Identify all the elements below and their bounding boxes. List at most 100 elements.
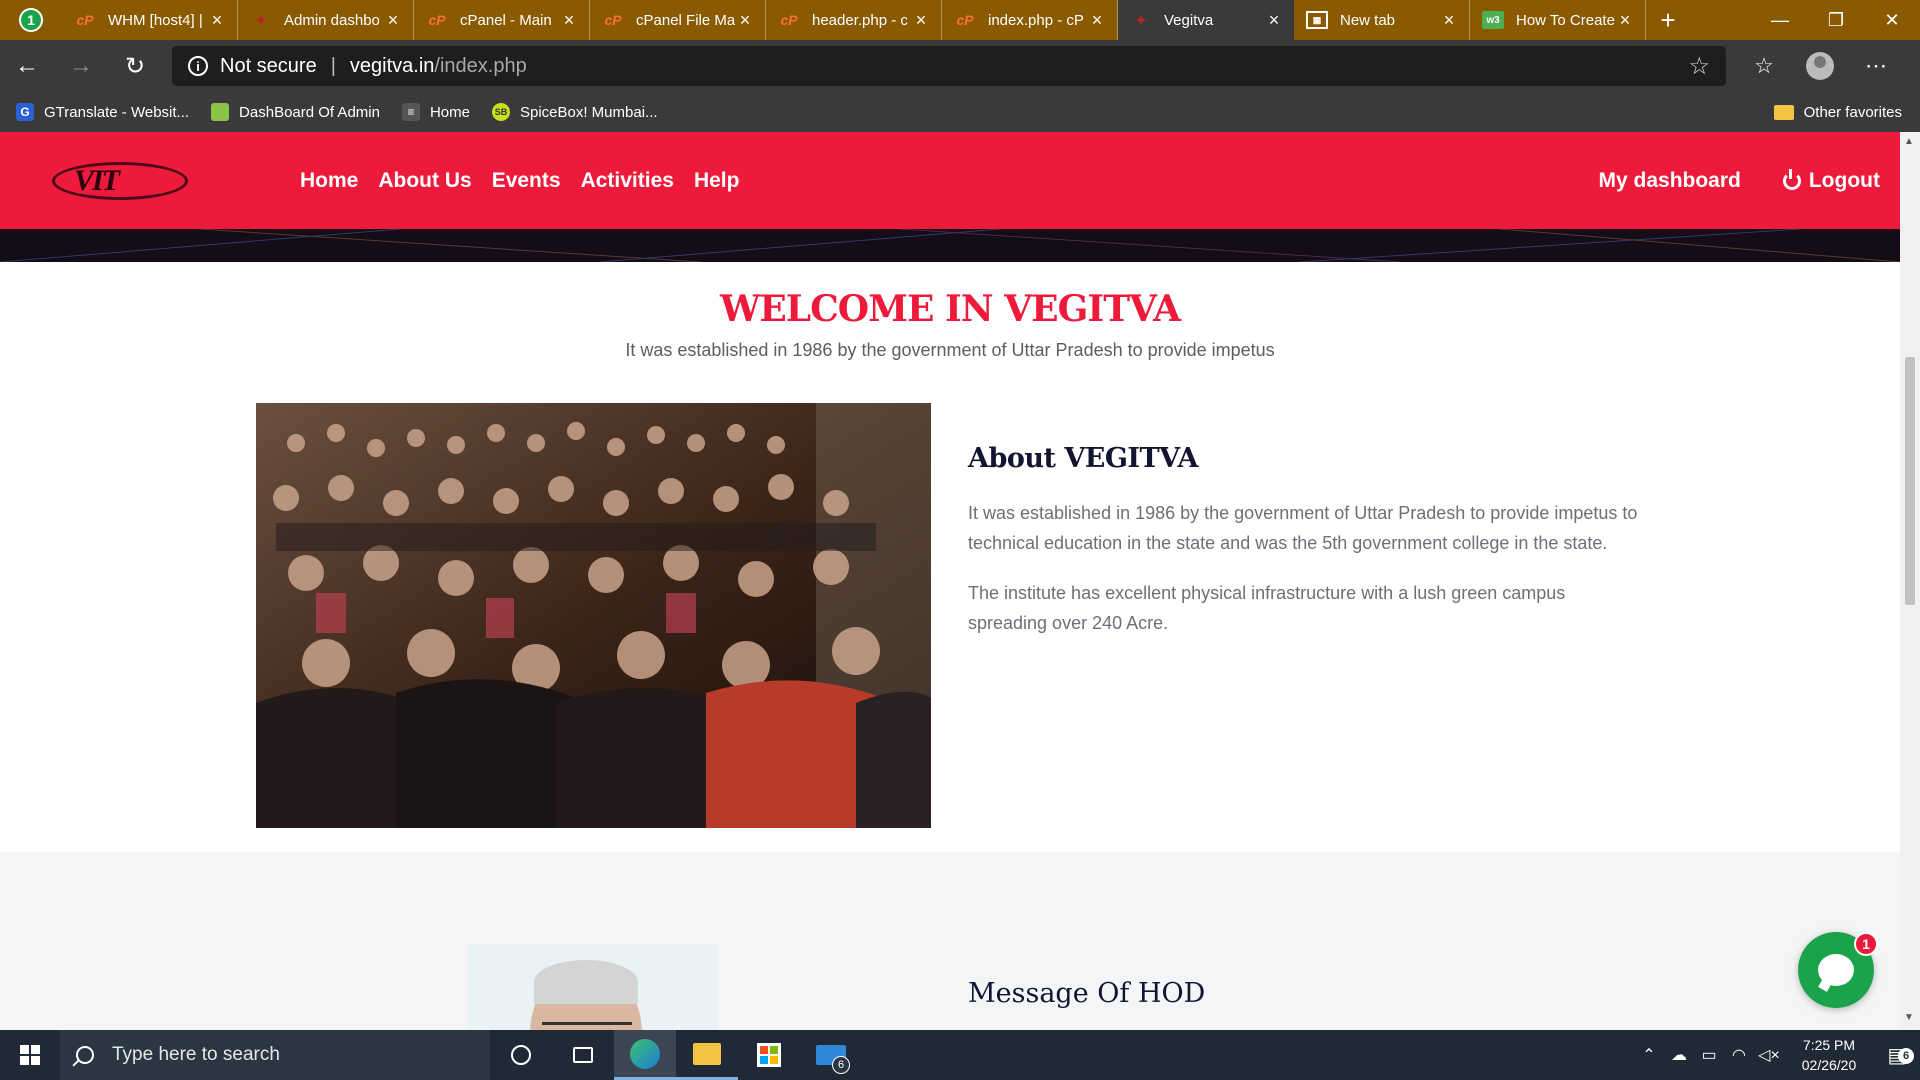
nav-about-us[interactable]: About Us (378, 169, 471, 193)
start-button[interactable] (0, 1030, 60, 1080)
back-icon[interactable]: ← (0, 40, 54, 92)
tab-admin-dashboard[interactable]: ✦ Admin dashbo × (238, 0, 414, 40)
minimize-icon[interactable]: — (1752, 0, 1808, 40)
close-icon[interactable]: × (911, 10, 931, 31)
favorites-icon[interactable]: ☆ (1736, 53, 1792, 79)
tab-title: index.php - cP (988, 11, 1084, 29)
close-icon[interactable]: × (1264, 10, 1284, 31)
site-logo[interactable]: VIT (50, 156, 190, 206)
site-header-right: My dashboard Logout (1599, 168, 1880, 193)
url-host: vegitva.in (349, 54, 435, 77)
site-nav: Home About Us Events Activities Help (300, 169, 759, 193)
edge-icon (630, 1038, 660, 1069)
taskbar: Type here to search 6 ⌃ ☁ ▭ ◠ ◁× 7:25 PM… (0, 1030, 1920, 1080)
favorite-star-icon[interactable]: ☆ (1688, 52, 1710, 81)
web-page: VIT Home About Us Events Activities Help… (0, 132, 1900, 1030)
url-path: /index.php (434, 54, 527, 77)
volume-mute-icon[interactable]: ◁× (1754, 1045, 1784, 1065)
profile-avatar[interactable] (1792, 52, 1848, 80)
new-tab-button[interactable]: + (1646, 0, 1690, 40)
tab-vegitva[interactable]: ✦ Vegitva × (1118, 0, 1294, 40)
w3-icon: w3 (1482, 11, 1504, 29)
nav-help[interactable]: Help (694, 169, 740, 193)
tab-how-to-create[interactable]: w3 How To Create × (1470, 0, 1646, 40)
restore-icon[interactable]: ❐ (1808, 0, 1864, 40)
onedrive-icon[interactable]: ☁ (1664, 1045, 1694, 1065)
tab-cpanel-file-manager[interactable]: cP cPanel File Ma × (590, 0, 766, 40)
nav-activities[interactable]: Activities (581, 169, 674, 193)
cortana-icon (511, 1045, 531, 1065)
wifi-icon[interactable]: ◠ (1724, 1045, 1754, 1065)
mail-button[interactable]: 6 (800, 1030, 862, 1080)
close-icon[interactable]: × (1087, 10, 1107, 31)
scroll-down-icon[interactable]: ▼ (1904, 1012, 1914, 1023)
nav-events[interactable]: Events (492, 169, 561, 193)
taskbar-search[interactable]: Type here to search (60, 1030, 490, 1080)
my-dashboard-link[interactable]: My dashboard (1599, 169, 1741, 193)
store-button[interactable] (738, 1030, 800, 1080)
address-bar[interactable]: i Not secure | vegitva.in /index.php ☆ (172, 46, 1726, 86)
cpanel-icon: cP (956, 12, 974, 28)
tab-new-tab[interactable]: ▦ New tab × (1294, 0, 1470, 40)
bookmark-home[interactable]: ≡ Home (401, 103, 470, 121)
tab-cpanel-main[interactable]: cP cPanel - Main × (414, 0, 590, 40)
tab-title: cPanel File Ma (636, 11, 735, 29)
tab-title: New tab (1340, 11, 1396, 29)
bookmark-dashboard-admin[interactable]: DashBoard Of Admin (211, 103, 380, 121)
cortana-button[interactable] (490, 1030, 552, 1080)
system-tray: ⌃ ☁ ▭ ◠ ◁× 7:25 PM 02/26/20 ▤ 6 (1634, 1030, 1920, 1080)
forward-icon[interactable]: → (54, 40, 108, 92)
store-icon (757, 1043, 781, 1067)
file-explorer-button[interactable] (676, 1030, 738, 1080)
edge-taskbar-button[interactable] (614, 1030, 676, 1080)
task-view-button[interactable] (552, 1030, 614, 1080)
browser-toolbar: ← → ↻ i Not secure | vegitva.in /index.p… (0, 40, 1920, 92)
close-icon[interactable]: × (1439, 10, 1459, 31)
tab-title: cPanel - Main (460, 11, 552, 29)
info-icon[interactable]: i (188, 56, 208, 76)
profile-badge[interactable]: 1 (0, 0, 62, 40)
tab-whm[interactable]: cP WHM [host4] | × (62, 0, 238, 40)
bookmark-spicebox[interactable]: SB SpiceBox! Mumbai... (491, 103, 658, 121)
close-window-icon[interactable]: ✕ (1864, 0, 1920, 40)
search-icon (76, 1046, 94, 1064)
welcome-title: WELCOME IN VEGITVA (719, 288, 1181, 330)
windows-logo-icon (20, 1045, 40, 1065)
close-icon[interactable]: × (207, 10, 227, 31)
clock-date: 02/26/20 (1801, 1057, 1857, 1073)
bookmark-gtranslate[interactable]: G GTranslate - Websit... (16, 103, 189, 121)
logout-link[interactable]: Logout (1782, 168, 1880, 193)
bookmark-label: Home (429, 103, 470, 121)
folder-icon (693, 1042, 721, 1065)
home-site-icon: ≡ (401, 103, 420, 121)
logo-ellipse (52, 161, 188, 200)
scroll-up-icon[interactable]: ▲ (1904, 136, 1914, 147)
tab-title: Vegitva (1164, 11, 1214, 29)
chevron-up-icon[interactable]: ⌃ (1634, 1045, 1664, 1065)
tab-header-php[interactable]: cP header.php - c × (766, 0, 942, 40)
close-icon[interactable]: × (383, 10, 403, 31)
page-scrollbar[interactable]: ▲ ▼ (1900, 132, 1920, 1030)
more-menu-icon[interactable]: ⋯ (1848, 53, 1904, 79)
other-favorites[interactable]: Other favorites (1773, 104, 1902, 121)
battery-icon[interactable]: ▭ (1694, 1045, 1724, 1065)
tab-title: WHM [host4] | (108, 11, 203, 29)
close-icon[interactable]: × (559, 10, 579, 31)
tab-index-php[interactable]: cP index.php - cP × (942, 0, 1118, 40)
close-icon[interactable]: × (1615, 10, 1635, 31)
avatar-icon (1806, 52, 1834, 80)
refresh-icon[interactable]: ↻ (108, 40, 162, 92)
nav-home[interactable]: Home (300, 169, 358, 193)
toolbar-right: ☆ ⋯ (1736, 52, 1904, 80)
close-icon[interactable]: × (735, 10, 755, 31)
bookmark-label: DashBoard Of Admin (239, 103, 380, 121)
clock[interactable]: 7:25 PM 02/26/20 (1784, 1035, 1874, 1075)
welcome-subtitle: It was established in 1986 by the govern… (625, 340, 1275, 360)
folder-icon (1773, 104, 1794, 120)
spicebox-icon: SB (491, 103, 510, 121)
action-center-button[interactable]: ▤ 6 (1874, 1043, 1920, 1068)
whatsapp-badge-icon: 1 (19, 8, 43, 32)
tab-title: header.php - c (812, 11, 908, 29)
scroll-thumb[interactable] (1905, 357, 1915, 605)
hero-banner-strip (0, 229, 1900, 262)
